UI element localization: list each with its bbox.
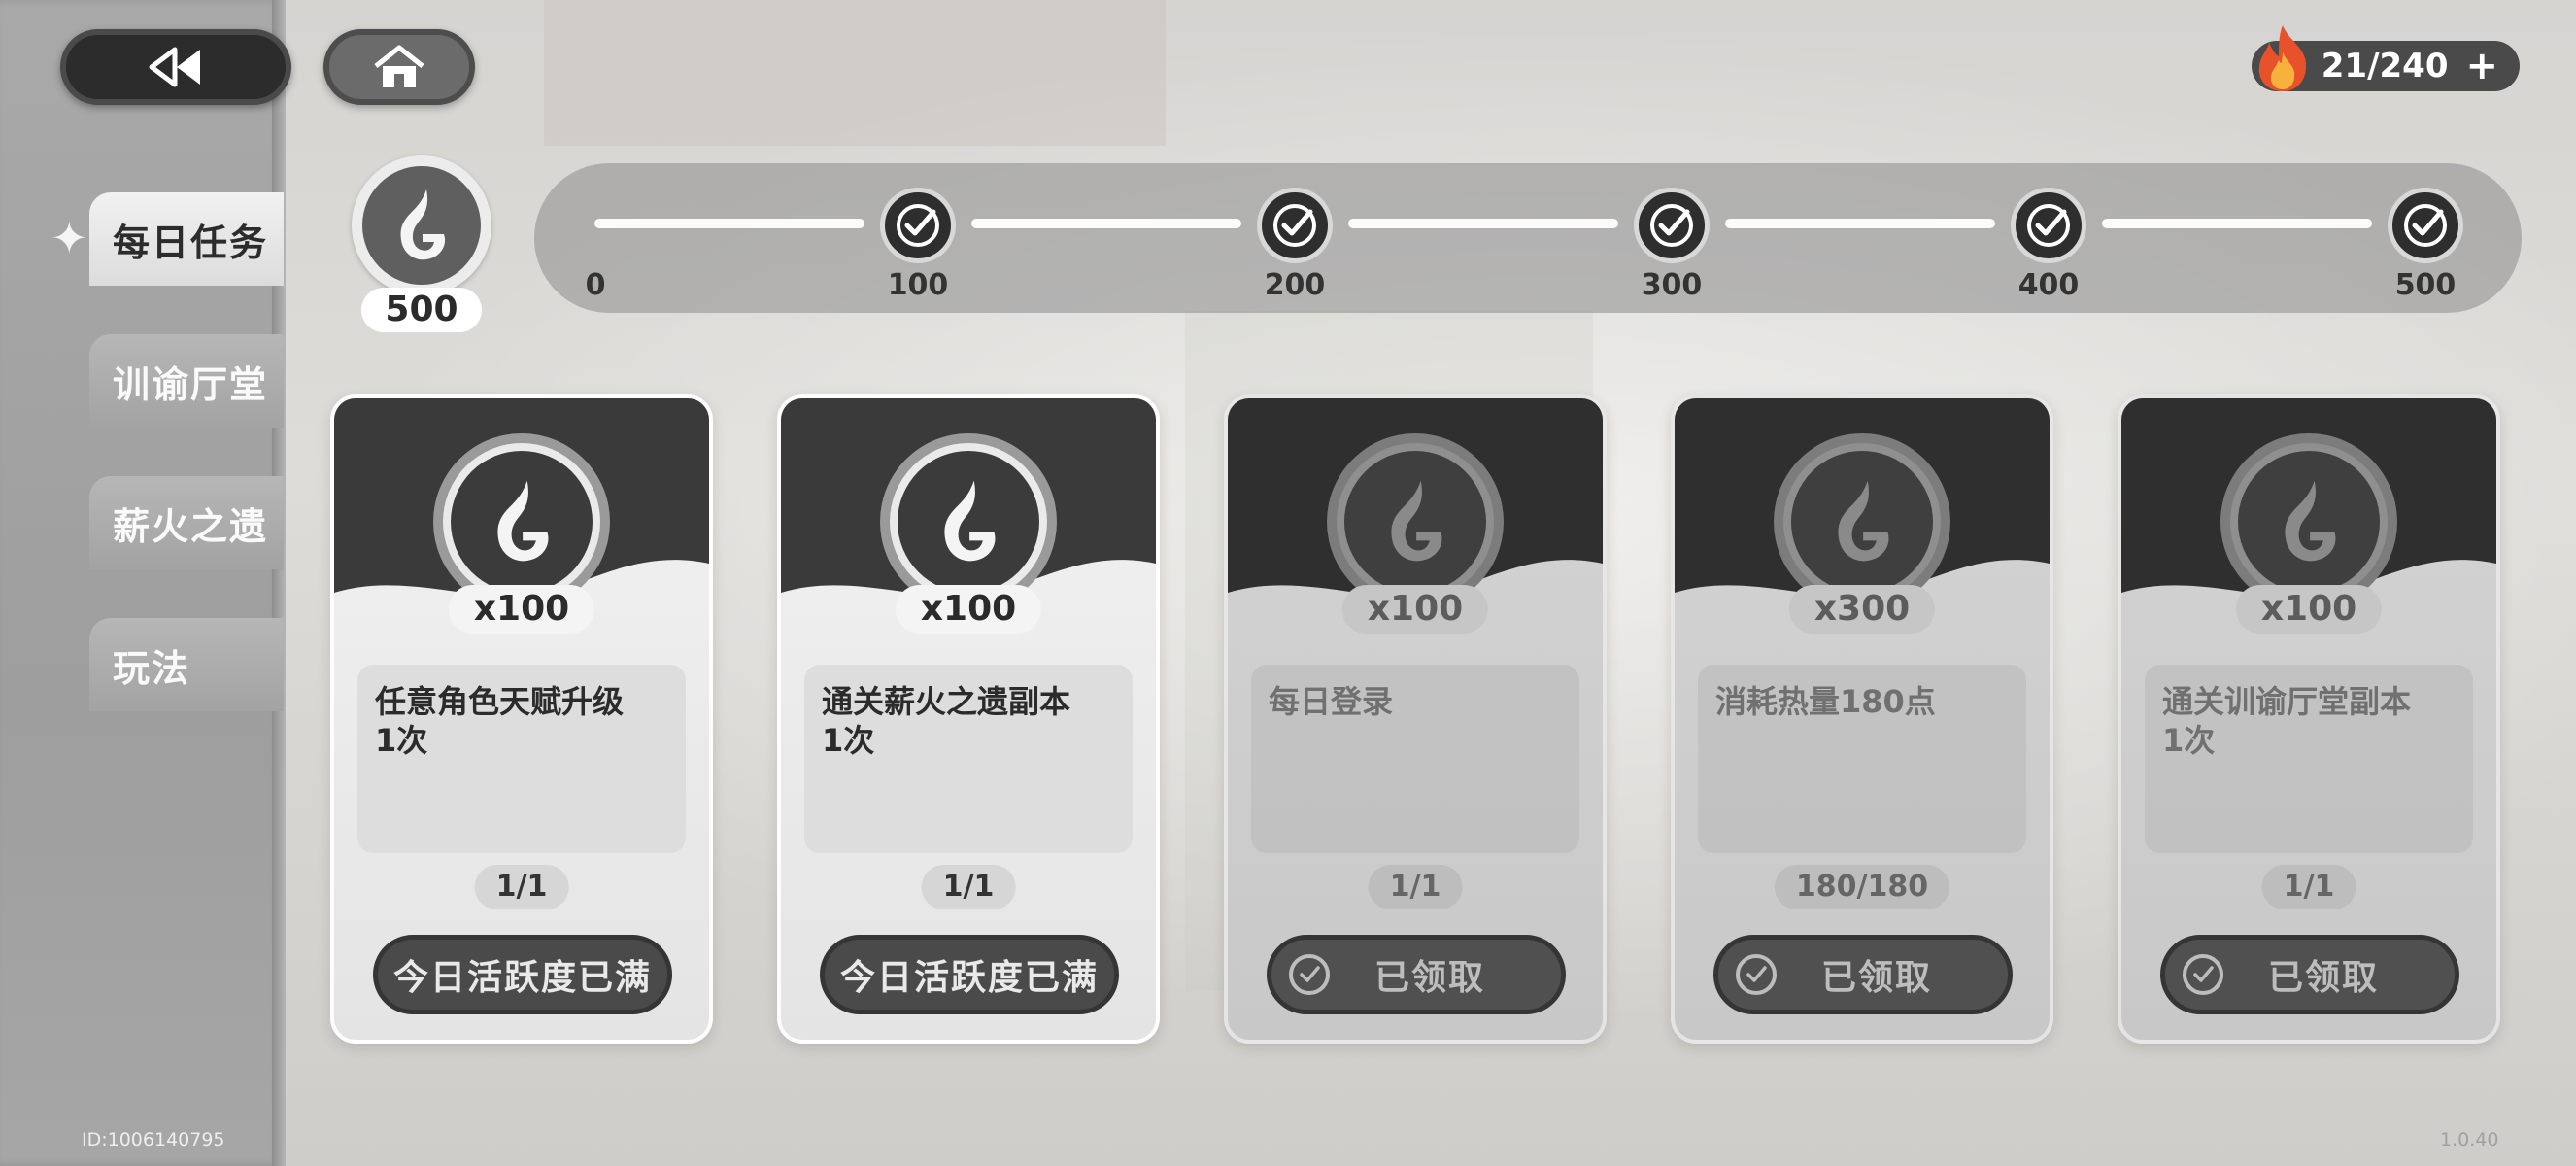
reward-icon-frame	[2220, 433, 2397, 610]
milestone-label: 200	[1264, 268, 1326, 302]
activity-emblem-icon	[497, 480, 549, 562]
reward-icon-frame	[433, 433, 610, 610]
milestone-label: 400	[2017, 268, 2080, 302]
background-window	[544, 0, 1166, 146]
progress-segment	[1725, 219, 1995, 228]
reward-quantity: x100	[1341, 585, 1489, 634]
task-card: x100 任意角色天赋升级 1次 1/1 今日活跃度已满	[330, 394, 713, 1044]
progress-segment	[2102, 219, 2372, 228]
reward-quantity: x100	[895, 585, 1042, 634]
task-progress: 1/1	[921, 865, 1016, 909]
task-progress: 180/180	[1774, 865, 1950, 909]
add-stamina-button[interactable]: +	[2465, 44, 2498, 88]
milestone-label: 0	[585, 268, 606, 302]
reward-icon-frame	[1774, 433, 1950, 610]
progress-segment	[971, 219, 1241, 228]
player-id: ID:1006140795	[82, 1129, 225, 1150]
sidebar-item-daily-tasks[interactable]: 每日任务	[89, 192, 284, 286]
task-description: 任意角色天赋升级 1次	[357, 665, 686, 853]
task-status-label: 今日活跃度已满	[392, 958, 652, 998]
sparkle-icon: ✦	[51, 212, 88, 264]
activity-progress-track	[534, 163, 2522, 313]
activity-badge	[352, 155, 491, 295]
task-progress: 1/1	[1368, 865, 1463, 909]
fire-icon	[2258, 25, 2307, 91]
activity-emblem-icon	[2285, 480, 2336, 562]
reward-icon-frame	[1327, 433, 1504, 610]
task-progress: 1/1	[2261, 865, 2356, 909]
milestone-500-check-icon[interactable]	[2388, 188, 2463, 263]
task-card: x100 每日登录 1/1 已领取	[1224, 394, 1607, 1044]
sidebar-item-label: 训谕厅堂	[113, 362, 269, 406]
version-label: 1.0.40	[2440, 1129, 2499, 1150]
progress-segment	[594, 219, 864, 228]
activity-emblem-icon	[944, 480, 996, 562]
milestone-100-check-icon[interactable]	[880, 188, 956, 263]
task-claimed-button[interactable]: 已领取	[1713, 935, 2013, 1014]
home-button[interactable]	[323, 29, 475, 105]
check-circle-icon	[2183, 954, 2223, 995]
reward-quantity: x100	[448, 585, 595, 634]
task-card: x100 通关薪火之遗副本 1次 1/1 今日活跃度已满	[777, 394, 1160, 1044]
task-description: 通关训谕厅堂副本 1次	[2145, 665, 2473, 853]
task-card: x300 消耗热量180点 180/180 已领取	[1671, 394, 2053, 1044]
milestone-label: 300	[1641, 268, 1703, 302]
milestone-200-check-icon[interactable]	[1257, 188, 1333, 263]
sidebar	[0, 0, 285, 1166]
check-circle-icon	[1289, 954, 1330, 995]
task-status-label: 已领取	[2268, 958, 2380, 998]
sidebar-item-label: 玩法	[113, 646, 191, 690]
activity-emblem-icon	[1391, 480, 1442, 562]
sidebar-edge	[272, 0, 286, 1166]
check-circle-icon	[1736, 954, 1777, 995]
milestone-label: 500	[2394, 268, 2457, 302]
task-status-button[interactable]: 今日活跃度已满	[373, 935, 672, 1014]
milestone-label: 100	[887, 268, 949, 302]
reward-quantity: x300	[1788, 585, 1936, 634]
back-button[interactable]	[60, 29, 291, 105]
task-card: x100 通关训谕厅堂副本 1次 1/1 已领取	[2118, 394, 2500, 1044]
sidebar-item-relics[interactable]: 薪火之遗	[89, 476, 284, 569]
activity-emblem-icon	[400, 189, 446, 260]
milestone-300-check-icon[interactable]	[1634, 188, 1710, 263]
sidebar-item-label: 薪火之遗	[113, 504, 269, 548]
home-icon	[374, 45, 424, 87]
stamina-value: 21/240	[2321, 47, 2449, 86]
reward-quantity: x100	[2235, 585, 2383, 634]
sidebar-item-label: 每日任务	[113, 221, 269, 264]
activity-emblem-icon	[1838, 480, 1889, 562]
rewind-icon	[149, 47, 200, 87]
task-description: 每日登录	[1251, 665, 1579, 853]
reward-icon-frame	[880, 433, 1057, 610]
task-description: 通关薪火之遗副本 1次	[804, 665, 1133, 853]
sidebar-item-hall[interactable]: 训谕厅堂	[89, 334, 284, 428]
task-description: 消耗热量180点	[1698, 665, 2026, 853]
sidebar-item-gameplay[interactable]: 玩法	[89, 618, 284, 711]
progress-segment	[1348, 219, 1618, 228]
task-status-button[interactable]: 今日活跃度已满	[820, 935, 1119, 1014]
activity-current-value: 500	[361, 288, 482, 332]
task-claimed-button[interactable]: 已领取	[2160, 935, 2459, 1014]
task-status-label: 已领取	[1374, 958, 1486, 998]
task-status-label: 已领取	[1821, 958, 1933, 998]
milestone-400-check-icon[interactable]	[2011, 188, 2086, 263]
task-claimed-button[interactable]: 已领取	[1267, 935, 1566, 1014]
task-status-label: 今日活跃度已满	[839, 958, 1099, 998]
task-progress: 1/1	[474, 865, 569, 909]
